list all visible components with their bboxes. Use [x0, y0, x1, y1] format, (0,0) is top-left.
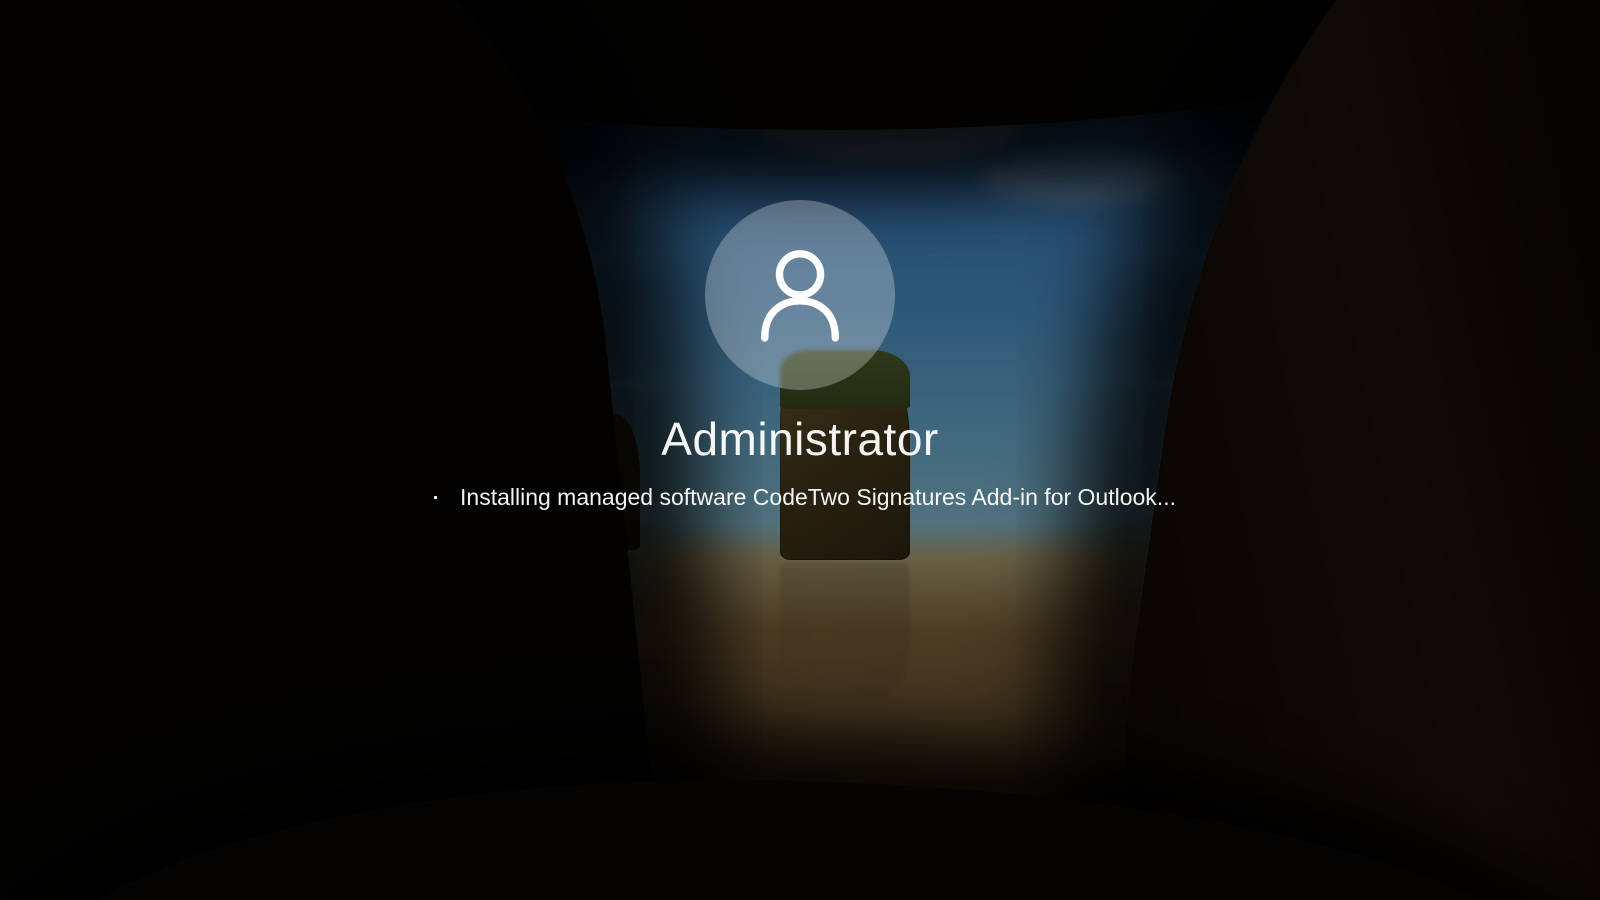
user-avatar: [705, 200, 895, 390]
status-line: Installing managed software CodeTwo Sign…: [424, 484, 1176, 511]
login-panel: Administrator Installing managed softwar…: [424, 200, 1176, 511]
spinner-icon: [424, 487, 446, 509]
status-message: Installing managed software CodeTwo Sign…: [460, 484, 1176, 511]
user-icon: [751, 244, 849, 347]
username-label: Administrator: [661, 412, 938, 466]
